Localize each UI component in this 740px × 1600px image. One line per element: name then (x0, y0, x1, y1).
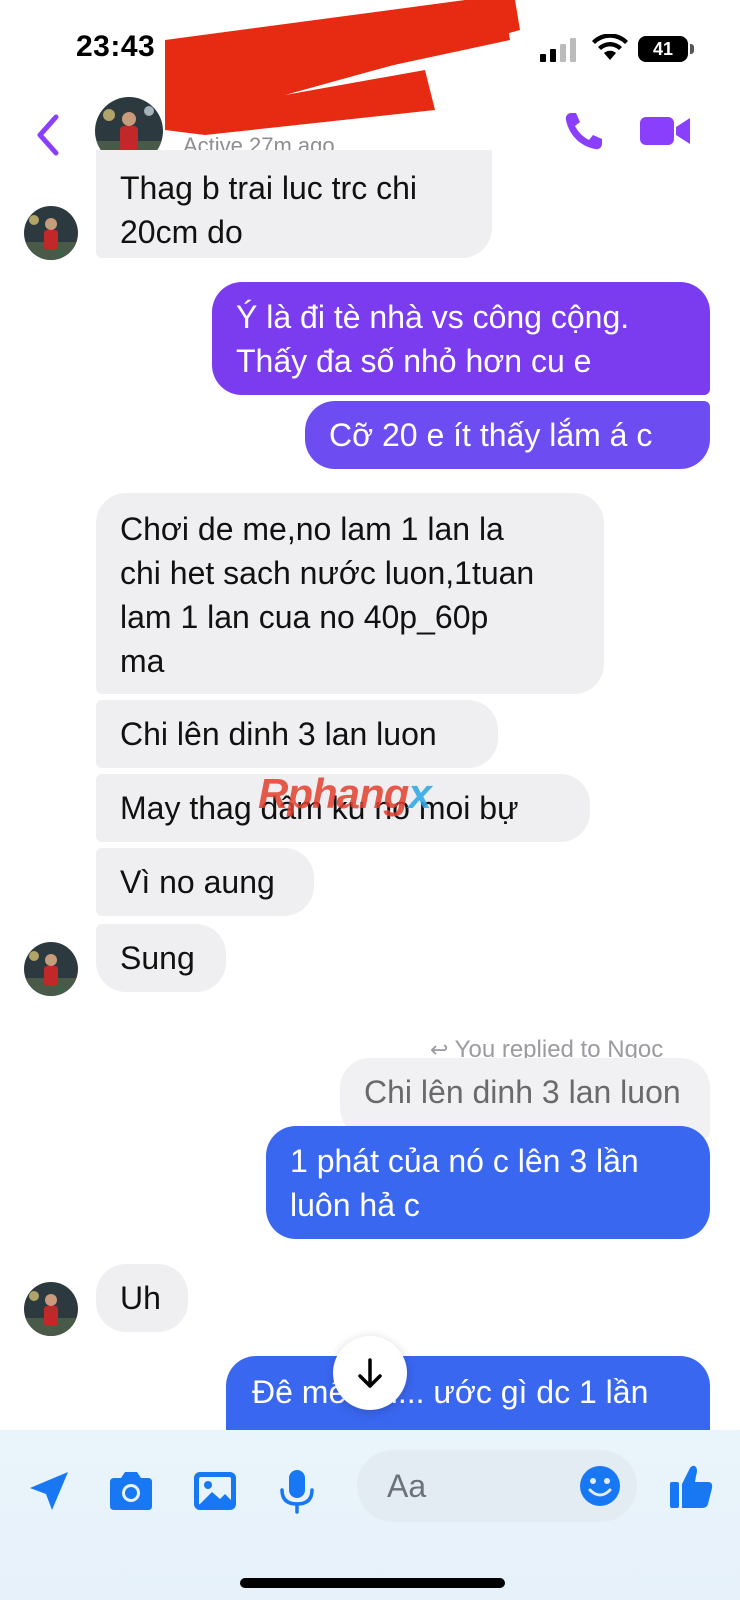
redaction-scribble (165, 0, 520, 135)
microphone-icon[interactable] (272, 1466, 322, 1516)
message-line: Thấy đa số nhỏ hơn cu e (236, 343, 592, 379)
sender-avatar[interactable] (24, 206, 78, 260)
message-line: Uh (120, 1280, 161, 1316)
message-line: Vì no aung (120, 864, 275, 900)
message-line: Đê mê nhỉ... ước gì dc 1 lần (252, 1374, 649, 1410)
image-icon[interactable] (190, 1466, 240, 1516)
incoming-message[interactable]: Sung (96, 924, 226, 992)
location-arrow-icon[interactable] (24, 1466, 74, 1516)
incoming-message[interactable]: Vì no aung (96, 848, 314, 916)
incoming-message[interactable]: Uh (96, 1264, 188, 1332)
message-composer (0, 1430, 740, 1600)
message-line: Chi lên dinh 3 lan luon (120, 716, 437, 752)
message-line: Ý là đi tè nhà vs công cộng. (236, 299, 630, 335)
message-line: Sung (120, 940, 195, 976)
battery-indicator: 41 (638, 36, 688, 62)
message-line: Chi lên dinh 3 lan luon (364, 1074, 681, 1110)
outgoing-message[interactable]: Ý là đi tè nhà vs công cộng. Thấy đa số … (212, 282, 710, 395)
home-indicator (240, 1578, 505, 1588)
message-line: chi het sach nước luon,1tuan (120, 555, 535, 591)
message-line: Chơi de me,no lam 1 lan la (120, 511, 504, 547)
message-line: Thag b trai luc trc chi (120, 170, 417, 206)
message-line: luôn hả c (290, 1187, 420, 1223)
cellular-signal-icon (540, 38, 576, 62)
message-line: 1 phát của nó c lên 3 lần (290, 1143, 639, 1179)
watermark-logo: Rphangx (258, 770, 432, 817)
thumbs-up-icon[interactable] (668, 1462, 714, 1510)
message-line: Cỡ 20 e ít thấy lắm á c (329, 417, 653, 453)
scroll-to-bottom-button[interactable] (333, 1336, 407, 1410)
wifi-icon (592, 34, 628, 60)
battery-tip (690, 44, 694, 54)
incoming-message[interactable]: Chi lên dinh 3 lan luon (96, 700, 498, 768)
outgoing-message[interactable]: Cỡ 20 e ít thấy lắm á c (305, 401, 710, 469)
sender-avatar[interactable] (24, 1282, 78, 1336)
status-time: 23:43 (76, 30, 156, 63)
camera-icon[interactable] (106, 1466, 156, 1516)
outgoing-message[interactable]: 1 phát của nó c lên 3 lần luôn hả c (266, 1126, 710, 1239)
emoji-icon[interactable] (578, 1464, 622, 1508)
incoming-message[interactable]: Thag b trai luc trc chi 20cm do (96, 150, 492, 258)
arrow-down-icon (358, 1358, 382, 1388)
message-line: 20cm do (120, 214, 243, 250)
incoming-message[interactable]: Chơi de me,no lam 1 lan la chi het sach … (96, 493, 604, 694)
phone-icon[interactable] (562, 109, 606, 153)
message-line: ma (120, 643, 165, 679)
sender-avatar[interactable] (24, 942, 78, 996)
video-camera-icon[interactable] (640, 113, 692, 149)
message-line: lam 1 lan cua no 40p_60p (120, 599, 489, 635)
chevron-left-icon[interactable] (30, 111, 66, 159)
